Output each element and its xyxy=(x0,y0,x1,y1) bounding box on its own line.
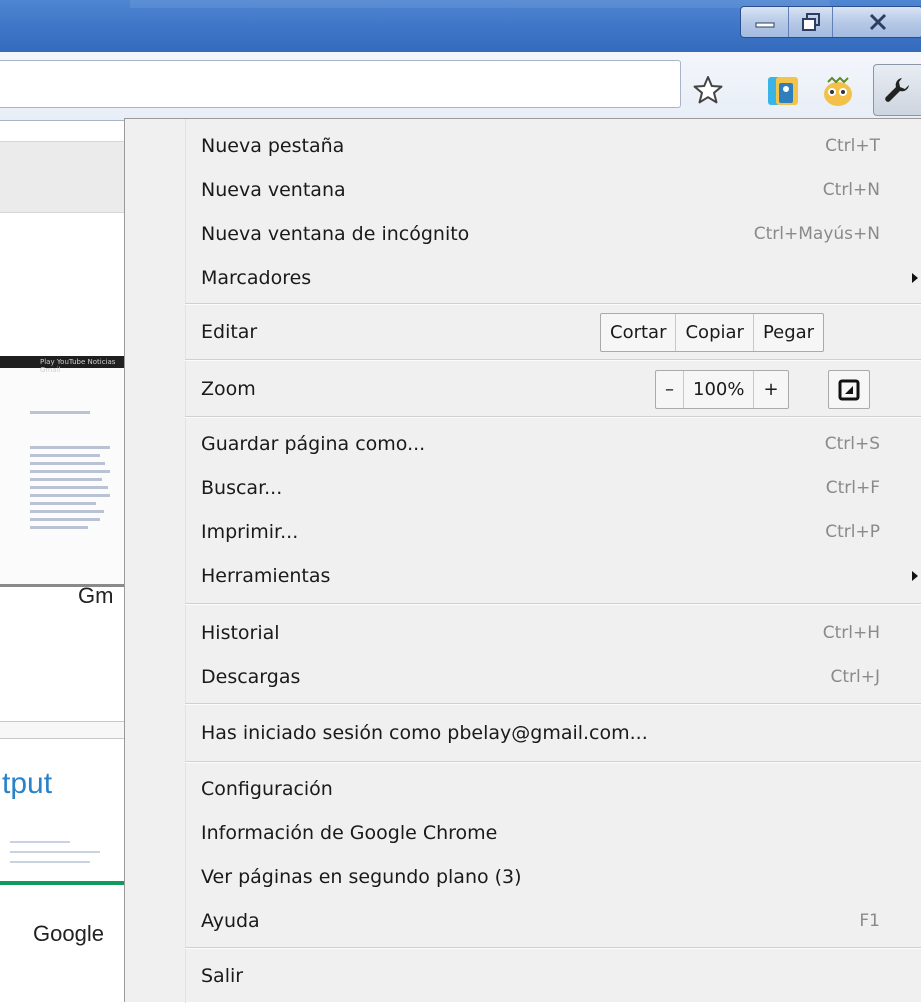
menu-item-label: Imprimir... xyxy=(201,521,299,543)
menu-item-shortcut: Ctrl+N xyxy=(822,180,880,200)
menu-item-label: Nueva pestaña xyxy=(201,135,345,157)
address-bar[interactable] xyxy=(0,60,681,108)
submenu-arrow-icon xyxy=(912,571,918,581)
title-bar-highlight xyxy=(130,0,830,8)
menu-item-settings[interactable]: Configuración xyxy=(201,767,921,811)
thumbnail-output[interactable]: tput xyxy=(0,691,125,921)
menu-item-shortcut: F1 xyxy=(859,911,880,931)
menu-item-print[interactable]: Imprimir... Ctrl+P xyxy=(201,510,921,554)
menu-item-background-pages[interactable]: Ver páginas en segundo plano (3) xyxy=(201,855,921,899)
menu-item-label: Ayuda xyxy=(201,910,260,932)
fullscreen-icon xyxy=(838,379,860,400)
menu-item-label: Ver páginas en segundo plano (3) xyxy=(201,866,522,888)
menu-item-label: Herramientas xyxy=(201,565,331,587)
minimize-button[interactable] xyxy=(741,7,789,37)
thumbnail-label: Gm xyxy=(78,583,114,608)
zoom-controls: – 100% + xyxy=(655,370,789,409)
menu-item-label: Información de Google Chrome xyxy=(201,822,498,844)
menu-item-bookmarks[interactable]: Marcadores xyxy=(201,256,921,300)
chrome-menu: Nueva pestaña Ctrl+T Nueva ventana Ctrl+… xyxy=(124,118,921,1003)
thumbnail-accent-line xyxy=(0,881,125,885)
page-header-band xyxy=(0,141,125,213)
submenu-arrow-icon xyxy=(912,273,918,283)
menu-item-exit[interactable]: Salir xyxy=(201,954,921,998)
menu-item-label: Marcadores xyxy=(201,267,312,289)
menu-item-find[interactable]: Buscar... Ctrl+F xyxy=(201,466,921,510)
menu-item-shortcut: Ctrl+T xyxy=(825,136,880,156)
menu-gutter xyxy=(185,119,186,1003)
restore-icon xyxy=(801,13,820,31)
zoom-level: 100% xyxy=(684,371,755,408)
menu-separator xyxy=(185,761,921,763)
menu-separator xyxy=(185,703,921,705)
menu-item-label: Zoom xyxy=(201,378,256,400)
star-icon[interactable] xyxy=(692,74,724,106)
menu-item-label: Editar xyxy=(201,321,258,343)
menu-separator xyxy=(185,603,921,605)
menu-item-zoom: Zoom xyxy=(201,367,921,411)
thumbnail-search xyxy=(0,721,125,739)
menu-item-label: Guardar página como... xyxy=(201,433,426,455)
menu-separator xyxy=(185,416,921,418)
thumbnail-title: tput xyxy=(2,767,53,800)
menu-item-label: Nueva ventana de incógnito xyxy=(201,223,470,245)
thumbnail-gmail[interactable]: Play YouTube Noticias Gmail xyxy=(0,356,125,587)
menu-item-shortcut: Ctrl+Mayús+N xyxy=(753,224,880,244)
menu-item-shortcut: Ctrl+J xyxy=(830,667,880,687)
menu-item-downloads[interactable]: Descargas Ctrl+J xyxy=(201,655,921,699)
menu-item-help[interactable]: Ayuda F1 xyxy=(201,899,921,943)
edit-button-group: Cortar Copiar Pegar xyxy=(600,313,825,352)
zoom-in-button[interactable]: + xyxy=(754,371,787,408)
title-bar xyxy=(0,0,921,52)
menu-item-shortcut: Ctrl+H xyxy=(822,623,880,643)
menu-item-signed-in[interactable]: Has iniciado sesión como pbelay@gmail.co… xyxy=(201,711,921,755)
menu-item-label: Buscar... xyxy=(201,477,283,499)
fullscreen-button[interactable] xyxy=(828,370,870,409)
close-icon xyxy=(869,13,886,31)
menu-separator xyxy=(185,359,921,361)
menu-item-about[interactable]: Información de Google Chrome xyxy=(201,811,921,855)
thumbnail-nav-text: Play YouTube Noticias Gmail xyxy=(40,358,116,374)
thumbnail-navbar: Play YouTube Noticias Gmail xyxy=(0,356,125,374)
menu-item-shortcut: Ctrl+P xyxy=(825,522,880,542)
wrench-icon xyxy=(884,78,909,102)
copy-button[interactable]: Copiar xyxy=(676,314,754,351)
menu-item-label: Descargas xyxy=(201,666,301,688)
close-button[interactable] xyxy=(833,7,921,37)
zoom-out-button[interactable]: – xyxy=(656,371,684,408)
menu-item-new-tab[interactable]: Nueva pestaña Ctrl+T xyxy=(201,124,921,168)
menu-item-save-page[interactable]: Guardar página como... Ctrl+S xyxy=(201,422,921,466)
menu-item-new-window[interactable]: Nueva ventana Ctrl+N xyxy=(201,168,921,212)
menu-item-label: Nueva ventana xyxy=(201,179,346,201)
menu-button[interactable] xyxy=(873,64,921,116)
menu-item-tools[interactable]: Herramientas xyxy=(201,554,921,598)
menu-item-shortcut: Ctrl+F xyxy=(825,478,880,498)
menu-item-label: Salir xyxy=(201,965,244,987)
thumbnail-label: Google xyxy=(33,921,104,946)
menu-separator xyxy=(185,303,921,305)
menu-separator xyxy=(185,947,921,949)
menu-item-incognito[interactable]: Nueva ventana de incógnito Ctrl+Mayús+N xyxy=(201,212,921,256)
menu-item-history[interactable]: Historial Ctrl+H xyxy=(201,611,921,655)
menu-item-label: Has iniciado sesión como pbelay@gmail.co… xyxy=(201,722,648,744)
extension-icon[interactable] xyxy=(766,74,800,108)
extension-icon[interactable] xyxy=(820,74,856,108)
window-controls xyxy=(740,6,921,38)
paste-button[interactable]: Pegar xyxy=(754,314,823,351)
page-content: Play YouTube Noticias Gmail Gm tput Goog… xyxy=(0,121,125,1002)
menu-item-label: Configuración xyxy=(201,778,333,800)
menu-item-shortcut: Ctrl+S xyxy=(824,434,880,454)
minimize-icon xyxy=(755,22,774,28)
restore-button[interactable] xyxy=(789,7,833,37)
cut-button[interactable]: Cortar xyxy=(601,314,677,351)
menu-item-label: Historial xyxy=(201,622,280,644)
